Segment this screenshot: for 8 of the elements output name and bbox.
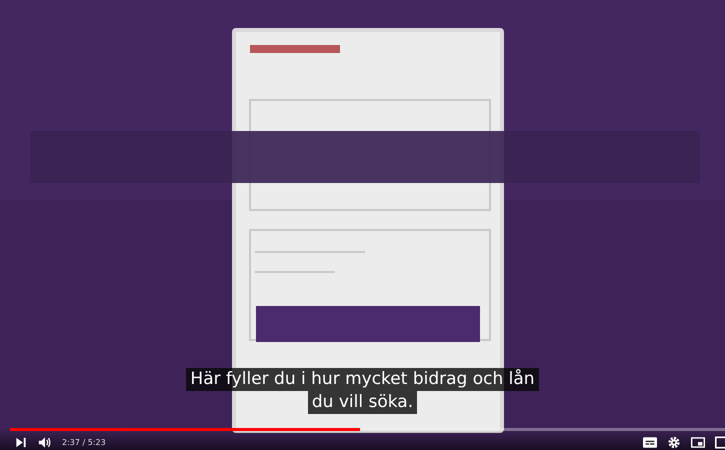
time-display: 2:37 / 5:23: [62, 438, 106, 446]
subtitles-icon[interactable]: [643, 436, 657, 448]
volume-icon[interactable]: [38, 436, 52, 448]
theater-icon[interactable]: [715, 436, 725, 448]
progress-bar[interactable]: [10, 428, 725, 431]
next-icon[interactable]: [14, 436, 28, 448]
settings-icon[interactable]: [667, 436, 681, 448]
miniplayer-icon[interactable]: [691, 436, 705, 448]
